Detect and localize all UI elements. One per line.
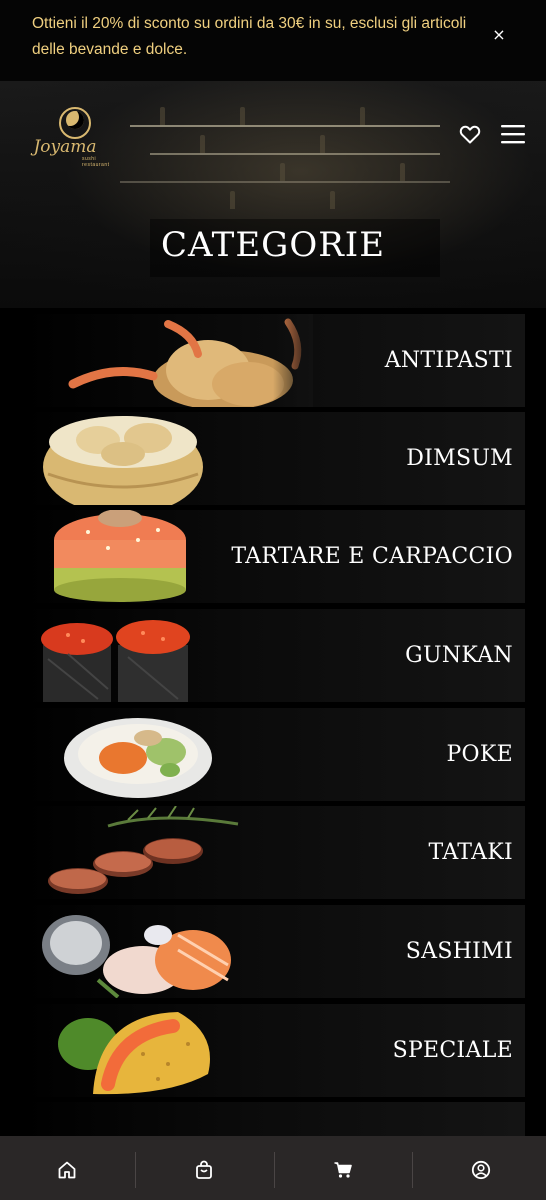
bottle-decoration — [240, 107, 245, 125]
user-account-icon — [471, 1160, 491, 1180]
logo-name: Joyama — [33, 137, 97, 157]
antipasti-image — [68, 314, 313, 407]
category-label: TARTARE E CARPACCIO — [231, 544, 513, 569]
category-label: SASHIMI — [405, 939, 513, 964]
tartare-image — [54, 510, 186, 602]
close-icon[interactable]: × — [488, 24, 510, 46]
bottle-decoration — [200, 135, 205, 153]
category-label: TATAKI — [428, 840, 513, 865]
sashimi-image — [42, 915, 231, 998]
bar-shelf — [150, 153, 440, 155]
bottle-decoration — [330, 191, 335, 209]
bottle-decoration — [360, 107, 365, 125]
nav-account[interactable] — [413, 1136, 546, 1200]
menu-icon[interactable] — [500, 122, 526, 146]
cart-icon — [334, 1162, 352, 1178]
bottle-decoration — [280, 163, 285, 181]
bar-shelf — [120, 181, 450, 183]
shopping-bag-icon — [196, 1160, 212, 1179]
bottom-nav — [0, 1136, 546, 1200]
home-icon — [58, 1161, 76, 1179]
logo-subtitle: sushi restaurant — [82, 156, 110, 168]
category-tataki[interactable]: TATAKI — [23, 806, 525, 899]
category-tartare-carpaccio[interactable]: TARTARE E CARPACCIO — [23, 510, 525, 603]
tataki-image — [48, 806, 239, 894]
speciale-image — [58, 1012, 210, 1095]
category-gunkan[interactable]: GUNKAN — [23, 609, 525, 702]
promo-banner: Ottieni il 20% di sconto su ordini da 30… — [0, 0, 546, 81]
bottle-decoration — [160, 107, 165, 125]
heart-icon[interactable] — [458, 122, 482, 146]
nav-orders[interactable] — [136, 1136, 272, 1200]
bottle-decoration — [230, 191, 235, 209]
gunkan-image — [41, 620, 190, 702]
promo-text: Ottieni il 20% di sconto su ordini da 30… — [32, 15, 467, 58]
category-label: ANTIPASTI — [384, 348, 513, 373]
logo-moon-icon — [66, 111, 84, 129]
poke-image — [64, 718, 212, 798]
category-label: DIMSUM — [406, 446, 513, 471]
category-speciale[interactable]: SPECIALE — [23, 1004, 525, 1097]
category-sashimi[interactable]: SASHIMI — [23, 905, 525, 998]
category-poke[interactable]: POKE — [23, 708, 525, 801]
nav-cart[interactable] — [275, 1136, 411, 1200]
category-label: GUNKAN — [405, 643, 513, 668]
logo[interactable]: Joyama sushi restaurant — [30, 105, 120, 168]
category-label: POKE — [446, 742, 513, 767]
bar-shelf — [130, 125, 440, 127]
category-dimsum[interactable]: DIMSUM — [23, 412, 525, 505]
bottle-decoration — [400, 163, 405, 181]
category-antipasti[interactable]: ANTIPASTI — [23, 314, 525, 407]
header-hero: Joyama sushi restaurant CATEGORIE — [0, 81, 546, 308]
bottle-decoration — [320, 135, 325, 153]
dimsum-image — [43, 416, 203, 505]
category-label: SPECIALE — [392, 1038, 513, 1063]
page-title: CATEGORIE — [160, 225, 386, 265]
nav-home[interactable] — [0, 1136, 136, 1200]
